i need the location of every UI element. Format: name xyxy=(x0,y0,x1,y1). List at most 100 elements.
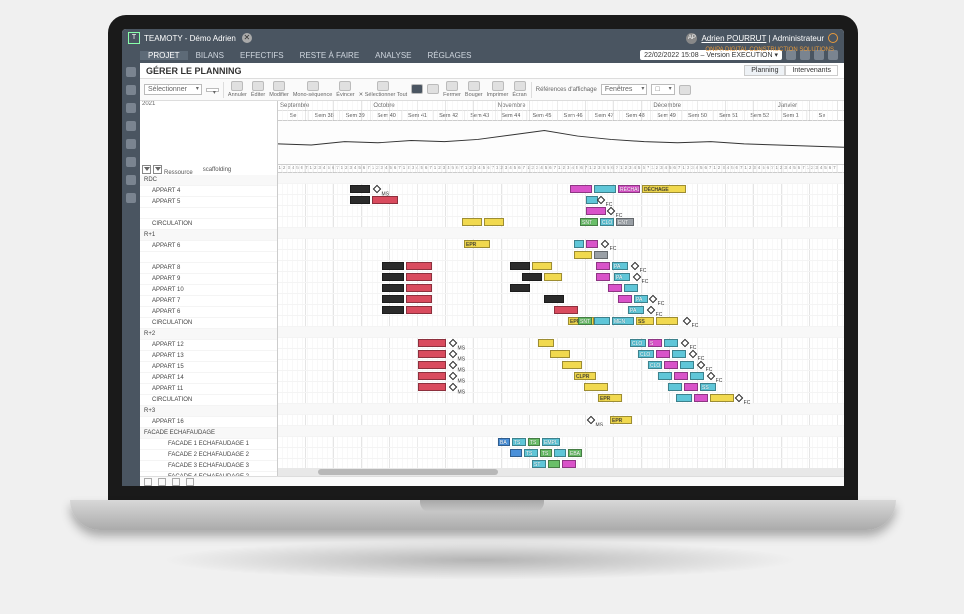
gantt-bar[interactable] xyxy=(554,306,578,314)
gantt-bar[interactable]: DÉCHAGE xyxy=(642,185,686,193)
task-row-label[interactable]: APPART 12 xyxy=(140,340,277,351)
gantt-bar[interactable] xyxy=(382,295,404,303)
close-project-icon[interactable]: ✕ xyxy=(242,33,252,43)
menu-analyse[interactable]: ANALYSE xyxy=(367,51,419,60)
milestone-diamond[interactable] xyxy=(449,361,457,369)
milestone-diamond[interactable] xyxy=(607,207,615,215)
menu-effectifs[interactable]: EFFECTIFS xyxy=(232,51,292,60)
gantt-bar[interactable] xyxy=(554,449,566,457)
menu-bilans[interactable]: BILANS xyxy=(188,51,232,60)
filter-icon-2[interactable] xyxy=(153,165,162,174)
gantt-bar[interactable]: ST xyxy=(532,460,546,468)
gantt-bar[interactable] xyxy=(668,383,682,391)
gantt-bar[interactable] xyxy=(710,394,734,402)
gantt-bar[interactable] xyxy=(544,273,562,281)
task-row-label[interactable]: APPART 7 xyxy=(140,296,277,307)
gantt-bar[interactable]: CLO xyxy=(600,218,614,226)
toolbar-imprimer[interactable] xyxy=(492,81,504,91)
gantt-bar[interactable] xyxy=(664,339,678,347)
gantt-bar[interactable]: EBA xyxy=(568,449,582,457)
gantt-bar[interactable] xyxy=(406,284,432,292)
milestone-diamond[interactable] xyxy=(449,383,457,391)
gantt-bar[interactable]: SS xyxy=(636,317,654,325)
zone-row[interactable]: R+2 xyxy=(140,329,277,340)
milestone-diamond[interactable] xyxy=(697,361,705,369)
task-row-label[interactable]: FACADE 4 ECHAFAUDAGE 2 xyxy=(140,472,277,476)
task-row-label[interactable] xyxy=(140,252,277,263)
gantt-bar[interactable] xyxy=(418,339,446,347)
gantt-bar[interactable] xyxy=(522,273,542,281)
milestone-diamond[interactable] xyxy=(649,295,657,303)
zone-row[interactable]: FACADE ECHAFAUDAGE xyxy=(140,428,277,439)
rail-icon-8[interactable] xyxy=(126,193,136,203)
gantt-bar[interactable]: CLO xyxy=(638,350,654,358)
gantt-bar[interactable] xyxy=(656,317,678,325)
status-icon-1[interactable] xyxy=(144,478,152,486)
gantt-bar[interactable] xyxy=(462,218,482,226)
task-row-label[interactable]: APPART 14 xyxy=(140,373,277,384)
toolbar-annuler[interactable] xyxy=(231,81,243,91)
gantt-bar[interactable] xyxy=(596,273,610,281)
gantt-bar[interactable]: SNT xyxy=(578,317,592,325)
task-row-label[interactable]: CIRCULATION xyxy=(140,318,277,329)
gantt-bar[interactable] xyxy=(418,372,446,380)
gantt-bar[interactable] xyxy=(624,284,638,292)
zone-row[interactable]: R+1 xyxy=(140,230,277,241)
tab-planning[interactable]: Planning xyxy=(744,65,785,76)
gantt-bar[interactable] xyxy=(690,372,704,380)
gantt-bar[interactable]: CLO xyxy=(630,339,646,347)
gantt-bar[interactable] xyxy=(656,350,670,358)
milestone-diamond[interactable] xyxy=(647,306,655,314)
toolbar-selectionner-tout[interactable] xyxy=(377,81,389,91)
gantt-bar[interactable]: S xyxy=(648,339,662,347)
rail-icon-7[interactable] xyxy=(126,175,136,185)
gantt-bar[interactable] xyxy=(510,262,530,270)
gantt-bar[interactable] xyxy=(562,361,582,369)
status-icon-4[interactable] xyxy=(186,478,194,486)
gantt-bar[interactable] xyxy=(550,350,570,358)
gantt-bar[interactable] xyxy=(510,284,530,292)
gantt-bar[interactable] xyxy=(584,383,608,391)
gantt-bar[interactable] xyxy=(372,196,398,204)
milestone-diamond[interactable] xyxy=(587,416,595,424)
refs-dd1[interactable]: Fenêtres xyxy=(601,84,648,95)
gantt-bar[interactable] xyxy=(382,262,404,270)
gantt-bar[interactable]: PA xyxy=(614,273,630,281)
toolbar-fermer[interactable] xyxy=(446,81,458,91)
gantt-bar[interactable] xyxy=(538,339,554,347)
rail-icon-4[interactable] xyxy=(126,121,136,131)
gantt-bar[interactable] xyxy=(574,251,592,259)
task-row-label[interactable]: FACADE 3 ECHAFAUDAGE 3 xyxy=(140,461,277,472)
gantt-bar[interactable] xyxy=(406,273,432,281)
gantt-bar[interactable] xyxy=(510,449,522,457)
gantt-bar[interactable] xyxy=(418,361,446,369)
gantt-bar[interactable] xyxy=(586,207,606,215)
gantt-bar[interactable] xyxy=(382,284,404,292)
gantt-bar[interactable] xyxy=(406,306,432,314)
filter-icon[interactable] xyxy=(142,165,151,174)
task-row-label[interactable]: APPART 16 xyxy=(140,417,277,428)
gantt-bar[interactable] xyxy=(608,284,622,292)
menu-projet[interactable]: PROJET xyxy=(140,51,188,60)
rail-icon-3[interactable] xyxy=(126,103,136,113)
toolbar-editer[interactable] xyxy=(252,81,264,91)
gantt-bar[interactable] xyxy=(596,262,610,270)
milestone-diamond[interactable] xyxy=(449,350,457,358)
gantt-bar[interactable] xyxy=(484,218,504,226)
gantt-bar[interactable]: SNT xyxy=(580,218,598,226)
gantt-bar[interactable] xyxy=(570,185,592,193)
zone-row[interactable]: R+3 xyxy=(140,406,277,417)
task-row-label[interactable]: CIRCULATION xyxy=(140,219,277,230)
gantt-bar[interactable]: TS xyxy=(524,449,538,457)
gantt-bar[interactable] xyxy=(674,372,688,380)
gantt-bar[interactable] xyxy=(586,240,598,248)
gantt-bar[interactable]: CLPR xyxy=(574,372,596,380)
gantt-bar[interactable]: SS xyxy=(700,383,716,391)
gantt-bar[interactable]: PA xyxy=(612,262,628,270)
gantt-bar[interactable]: EMPL xyxy=(542,438,560,446)
gantt-bar[interactable]: TS xyxy=(540,449,552,457)
gantt-bar[interactable] xyxy=(658,372,672,380)
milestone-diamond[interactable] xyxy=(373,185,381,193)
gantt-bar[interactable]: EPR xyxy=(610,416,632,424)
task-row-label[interactable]: CIRCULATION xyxy=(140,395,277,406)
